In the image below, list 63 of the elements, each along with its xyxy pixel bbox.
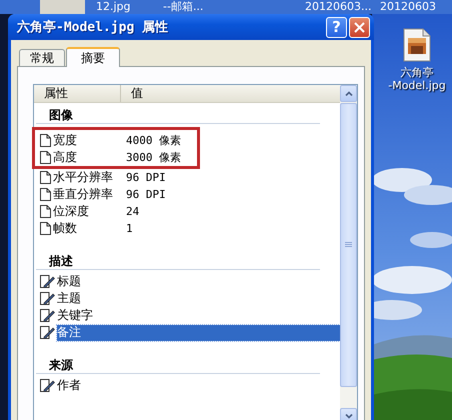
scroll-up-button[interactable] — [340, 85, 357, 102]
edit-document-icon — [40, 326, 55, 339]
list-row[interactable]: 作者 — [57, 378, 340, 394]
list-row[interactable]: 标题 — [57, 274, 340, 290]
list-row[interactable]: 帧数 1 — [53, 220, 340, 236]
property-name: 位深度 — [53, 203, 90, 220]
section-title: 图像 — [48, 107, 74, 123]
edit-document-icon — [40, 292, 55, 305]
property-name: 标题 — [57, 273, 82, 290]
property-value: 3000 像素 — [126, 150, 182, 165]
close-icon — [354, 22, 365, 32]
document-icon — [40, 222, 51, 235]
chevron-down-icon — [344, 414, 352, 419]
section-title: 描述 — [48, 253, 74, 269]
property-value: 24 — [126, 205, 140, 218]
list-row[interactable]: 主题 — [57, 290, 340, 306]
document-icon — [40, 151, 51, 164]
property-value: 4000 像素 — [126, 133, 182, 148]
grip-icon — [345, 242, 352, 248]
property-name: 帧数 — [53, 220, 78, 237]
property-name: 垂直分辨率 — [53, 186, 114, 203]
property-name: 作者 — [57, 377, 82, 394]
help-button[interactable]: ? — [326, 16, 347, 38]
close-button[interactable] — [349, 16, 370, 38]
tab[interactable]: 常规 — [19, 49, 65, 66]
table-cell: --邮箱... — [163, 0, 204, 13]
property-name: 主题 — [57, 290, 82, 307]
property-name: 高度 — [53, 149, 78, 166]
table-cell: 20120603 — [380, 0, 436, 13]
image-file-icon[interactable] — [403, 28, 431, 62]
scroll-down-button[interactable] — [340, 408, 357, 420]
property-value: 1 — [126, 222, 133, 235]
property-value: 96 DPI — [126, 188, 166, 201]
list-row[interactable]: 垂直分辨率 96 DPI — [53, 186, 340, 202]
document-icon — [40, 205, 51, 218]
section-title: 来源 — [48, 357, 74, 373]
document-icon — [40, 171, 51, 184]
document-icon — [40, 188, 51, 201]
scrollbar-thumb[interactable] — [340, 103, 357, 387]
column-header[interactable]: 属性 — [34, 85, 121, 102]
list-row[interactable]: 位深度 24 — [53, 204, 340, 220]
property-name: 备注 — [57, 324, 82, 341]
icon-label: 六角亭 -Model.jpg — [388, 66, 446, 92]
list-row[interactable]: 水平分辨率 96 DPI — [53, 170, 340, 186]
table-cell: 12.jpg — [96, 0, 131, 13]
property-value: 96 DPI — [126, 171, 166, 184]
document-icon — [40, 134, 51, 147]
edit-document-icon — [40, 275, 55, 288]
property-name: 关键字 — [57, 307, 94, 324]
edit-document-icon — [40, 309, 55, 322]
list-row[interactable]: 备注 — [57, 324, 340, 340]
property-name: 水平分辨率 — [53, 169, 114, 186]
list-row[interactable]: 高度 3000 像素 — [53, 150, 197, 166]
window-title: 六角亭-Model.jpg 属性 — [17, 18, 170, 36]
tab[interactable]: 摘要 — [66, 47, 120, 67]
chevron-up-icon — [344, 91, 352, 96]
column-header[interactable]: 值 — [121, 85, 143, 102]
table-cell: 20120603... — [305, 0, 372, 13]
property-name: 宽度 — [53, 132, 78, 149]
list-row[interactable]: 关键字 — [57, 308, 340, 324]
edit-document-icon — [40, 379, 55, 392]
list-row[interactable]: 宽度 4000 像素 — [53, 132, 197, 148]
file-row[interactable]: 12.jpg --邮箱... 20120603... 20120603 — [0, 0, 452, 14]
